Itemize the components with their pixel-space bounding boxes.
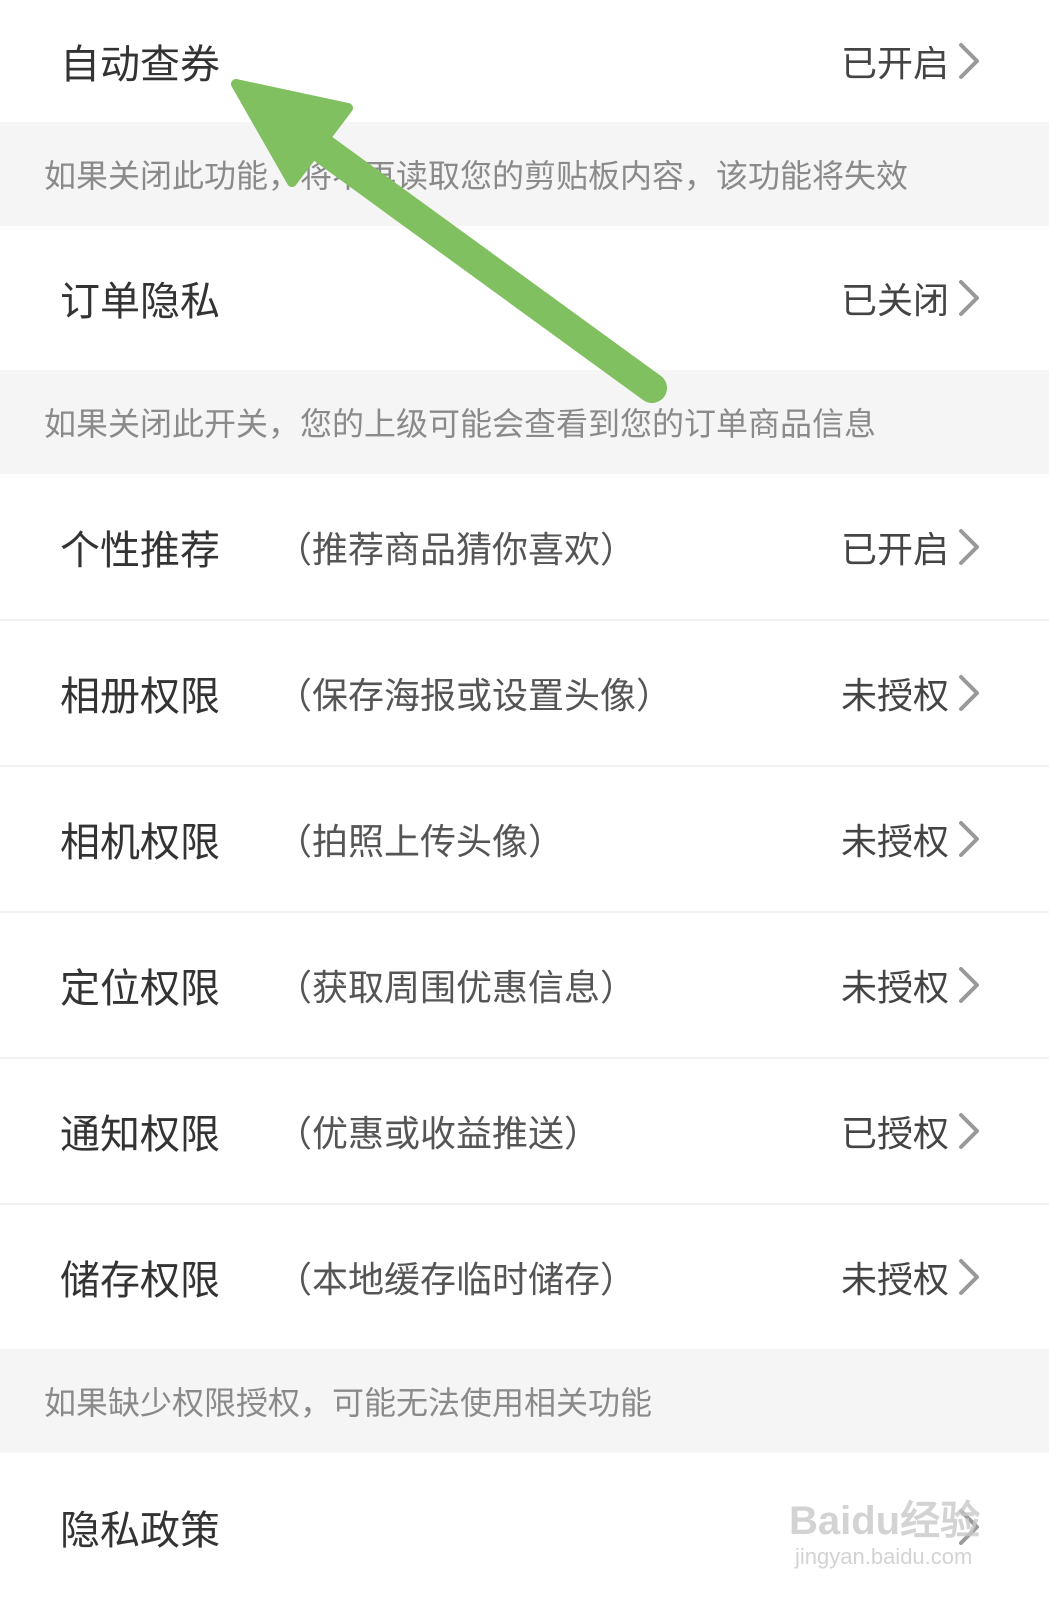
note-order-privacy: 如果关闭此开关，您的上级可能会查看到您的订单商品信息 — [0, 370, 1049, 474]
chevron-right-icon — [959, 1113, 979, 1149]
row-status: 已开启 — [840, 530, 949, 571]
settings-row-location-permission[interactable]: 定位权限 （获取周围优惠信息） 未授权 — [0, 913, 1049, 1057]
row-subtitle: （本地缓存临时储存） — [276, 1260, 637, 1301]
row-status: 未授权 — [840, 968, 949, 1009]
note-text: 如果关闭此开关，您的上级可能会查看到您的订单商品信息 — [44, 405, 877, 443]
row-title: 订单隐私 — [60, 279, 220, 325]
row-status: 已开启 — [840, 44, 949, 85]
row-subtitle: （推荐商品猜你喜欢） — [276, 530, 637, 571]
note-text: 如果缺少权限授权，可能无法使用相关功能 — [44, 1384, 653, 1422]
row-title: 隐私政策 — [60, 1507, 220, 1554]
watermark-logo: Baidu经验 jingyan.baidu.com — [789, 1488, 1009, 1580]
row-status: 未授权 — [840, 822, 949, 863]
settings-row-personal-recommend[interactable]: 个性推荐 （推荐商品猜你喜欢） 已开启 — [0, 474, 1049, 620]
chevron-right-icon — [959, 280, 979, 316]
row-title: 自动查券 — [60, 42, 220, 88]
note-text: 如果关闭此功能，将不再读取您的剪贴板内容，该功能将失效 — [44, 157, 909, 195]
settings-row-camera-permission[interactable]: 相机权限 （拍照上传头像） 未授权 — [0, 767, 1049, 911]
chevron-right-icon — [959, 529, 979, 565]
settings-row-auto-coupon[interactable]: 自动查券 已开启 — [0, 0, 1049, 122]
row-subtitle: （保存海报或设置头像） — [276, 676, 673, 717]
row-title: 通知权限 — [60, 1112, 220, 1158]
settings-row-order-privacy[interactable]: 订单隐私 已关闭 — [0, 226, 1049, 370]
row-title: 储存权限 — [60, 1258, 220, 1304]
watermark-url: jingyan.baidu.com — [795, 1544, 973, 1569]
note-permissions: 如果缺少权限授权，可能无法使用相关功能 — [0, 1349, 1049, 1453]
chevron-right-icon — [959, 967, 979, 1003]
row-status: 未授权 — [840, 676, 949, 717]
row-status: 已关闭 — [840, 281, 949, 322]
settings-row-storage-permission[interactable]: 储存权限 （本地缓存临时储存） 未授权 — [0, 1205, 1049, 1349]
row-title: 个性推荐 — [60, 528, 220, 574]
row-title: 相册权限 — [60, 674, 220, 720]
settings-row-notification-permission[interactable]: 通知权限 （优惠或收益推送） 已授权 — [0, 1059, 1049, 1203]
row-title: 定位权限 — [60, 966, 220, 1012]
row-subtitle: （优惠或收益推送） — [276, 1114, 601, 1155]
chevron-right-icon — [959, 43, 979, 79]
note-auto-coupon: 如果关闭此功能，将不再读取您的剪贴板内容，该功能将失效 — [0, 122, 1049, 226]
row-title: 相机权限 — [60, 820, 220, 866]
chevron-right-icon — [959, 675, 979, 711]
watermark-brand: Baidu经验 — [789, 1499, 981, 1543]
chevron-right-icon — [959, 821, 979, 857]
row-status: 未授权 — [840, 1260, 949, 1301]
row-subtitle: （拍照上传头像） — [276, 822, 565, 863]
row-subtitle: （获取周围优惠信息） — [276, 968, 637, 1009]
chevron-right-icon — [959, 1259, 979, 1295]
settings-row-album-permission[interactable]: 相册权限 （保存海报或设置头像） 未授权 — [0, 621, 1049, 765]
row-status: 已授权 — [840, 1114, 949, 1155]
